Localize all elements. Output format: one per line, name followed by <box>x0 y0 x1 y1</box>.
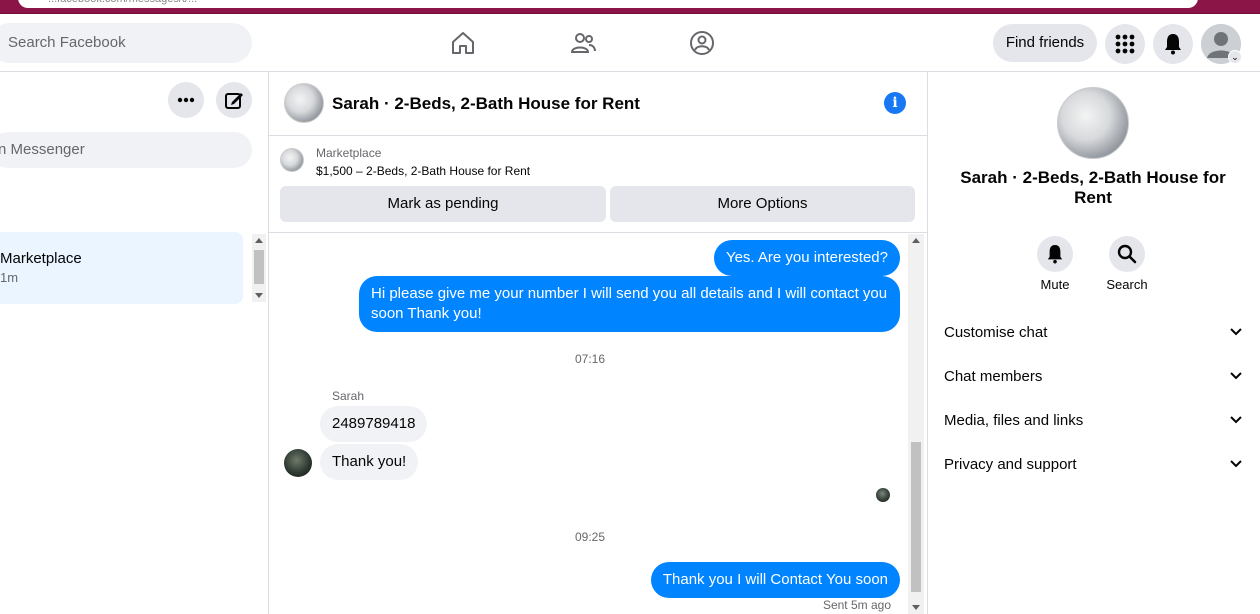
friends-icon[interactable] <box>569 29 597 57</box>
conversation-time: 1m <box>0 270 19 285</box>
conversation-details-panel: Sarah · 2-Beds, 2-Bath House for Rent Mu… <box>928 72 1260 614</box>
chat-options-button[interactable] <box>168 82 204 118</box>
scroll-down-icon[interactable] <box>255 293 263 298</box>
search-icon <box>1117 244 1137 264</box>
details-title: Sarah · 2-Beds, 2-Bath House for Rent <box>960 168 1226 207</box>
timestamp: 07:16 <box>575 352 606 366</box>
bell-icon <box>1165 34 1181 55</box>
section-customise-chat[interactable]: Customise chat <box>944 313 1248 353</box>
new-message-button[interactable] <box>216 82 252 118</box>
compose-icon <box>225 93 243 109</box>
listing-thumbnail[interactable] <box>280 148 304 172</box>
more-options-button[interactable]: More Options <box>610 186 915 222</box>
facebook-search-input[interactable]: Search Facebook <box>0 23 252 63</box>
conversation-header: Sarah · 2-Beds, 2-Bath House for Rent i <box>269 72 928 136</box>
chevron-down-icon <box>1230 460 1242 468</box>
chat-list-panel: n Messenger Marketplace 1m <box>0 72 269 614</box>
timestamp: 09:25 <box>575 530 606 544</box>
scroll-up-icon[interactable] <box>912 238 920 243</box>
section-label: Privacy and support <box>944 456 1077 473</box>
message-incoming[interactable]: 2489789418 <box>320 406 428 442</box>
conversation-title[interactable]: Sarah · 2-Beds, 2-Bath House for Rent <box>332 94 640 114</box>
listing-avatar[interactable] <box>284 83 324 123</box>
section-label: Customise chat <box>944 324 1048 341</box>
scroll-up-icon[interactable] <box>255 238 263 243</box>
listing-avatar-large[interactable] <box>1057 87 1129 159</box>
more-dots-icon <box>177 97 195 103</box>
section-label: Media, files and links <box>944 412 1084 429</box>
scrollbar-thumb[interactable] <box>911 442 921 592</box>
chevron-down-icon <box>1230 372 1242 380</box>
conversation-title: Marketplace <box>0 250 82 267</box>
message-status: Sent 5m ago <box>822 598 891 612</box>
browser-chrome: ...facebook.com/messages/t/... <box>0 0 1260 14</box>
message-outgoing[interactable]: Thank you I will Contact You soon <box>650 562 900 598</box>
home-icon[interactable] <box>449 29 477 57</box>
notifications-button[interactable] <box>1153 24 1193 64</box>
conversation-item-marketplace[interactable]: Marketplace 1m <box>0 232 243 304</box>
conversation-panel: Sarah · 2-Beds, 2-Bath House for Rent i … <box>269 72 928 614</box>
scroll-down-icon[interactable] <box>912 605 920 610</box>
section-label: Chat members <box>944 368 1043 385</box>
chat-list-scrollbar[interactable] <box>252 234 266 302</box>
chevron-down-icon <box>1230 328 1242 336</box>
groups-icon[interactable] <box>688 29 716 57</box>
section-chat-members[interactable]: Chat members <box>944 357 1248 397</box>
top-navigation-bar: Search Facebook Find friends ⌄ <box>0 14 1260 72</box>
section-privacy-support[interactable]: Privacy and support <box>944 445 1248 485</box>
conversation-scrollbar[interactable] <box>908 234 924 614</box>
search-label: Search <box>1106 277 1148 292</box>
section-media-files-links[interactable]: Media, files and links <box>944 401 1248 441</box>
marketplace-listing-banner: Marketplace $1,500 – 2-Beds, 2-Bath Hous… <box>269 136 928 233</box>
mute-button[interactable] <box>1037 236 1073 272</box>
message-outgoing[interactable]: Hi please give me your number I will sen… <box>359 276 900 332</box>
info-icon[interactable]: i <box>884 92 906 114</box>
mute-label: Mute <box>1040 277 1070 292</box>
bell-icon <box>1047 245 1063 264</box>
scrollbar-thumb[interactable] <box>254 250 264 284</box>
address-bar[interactable]: ...facebook.com/messages/t/... <box>18 0 1198 8</box>
account-avatar[interactable]: ⌄ <box>1201 24 1242 64</box>
chevron-down-icon <box>1230 416 1242 424</box>
message-outgoing[interactable]: Yes. Are you interested? <box>713 240 900 276</box>
read-receipt-avatar <box>876 488 890 502</box>
sender-avatar[interactable] <box>284 449 312 477</box>
mark-as-pending-button[interactable]: Mark as pending <box>280 186 606 222</box>
find-friends-button[interactable]: Find friends <box>993 24 1097 62</box>
search-in-conversation-button[interactable] <box>1109 236 1145 272</box>
menu-grid-button[interactable] <box>1105 24 1145 64</box>
menu-grid-icon <box>1115 34 1135 54</box>
account-chevron-icon: ⌄ <box>1228 50 1242 64</box>
sender-name: Sarah <box>332 389 365 403</box>
message-incoming[interactable]: Thank you! <box>320 444 419 480</box>
messenger-search-input[interactable]: n Messenger <box>0 132 252 168</box>
listing-description[interactable]: $1,500 – 2-Beds, 2-Bath House for Rent <box>316 164 530 178</box>
message-list: Yes. Are you interested? Hi please give … <box>269 234 909 614</box>
marketplace-label: Marketplace <box>316 146 382 160</box>
